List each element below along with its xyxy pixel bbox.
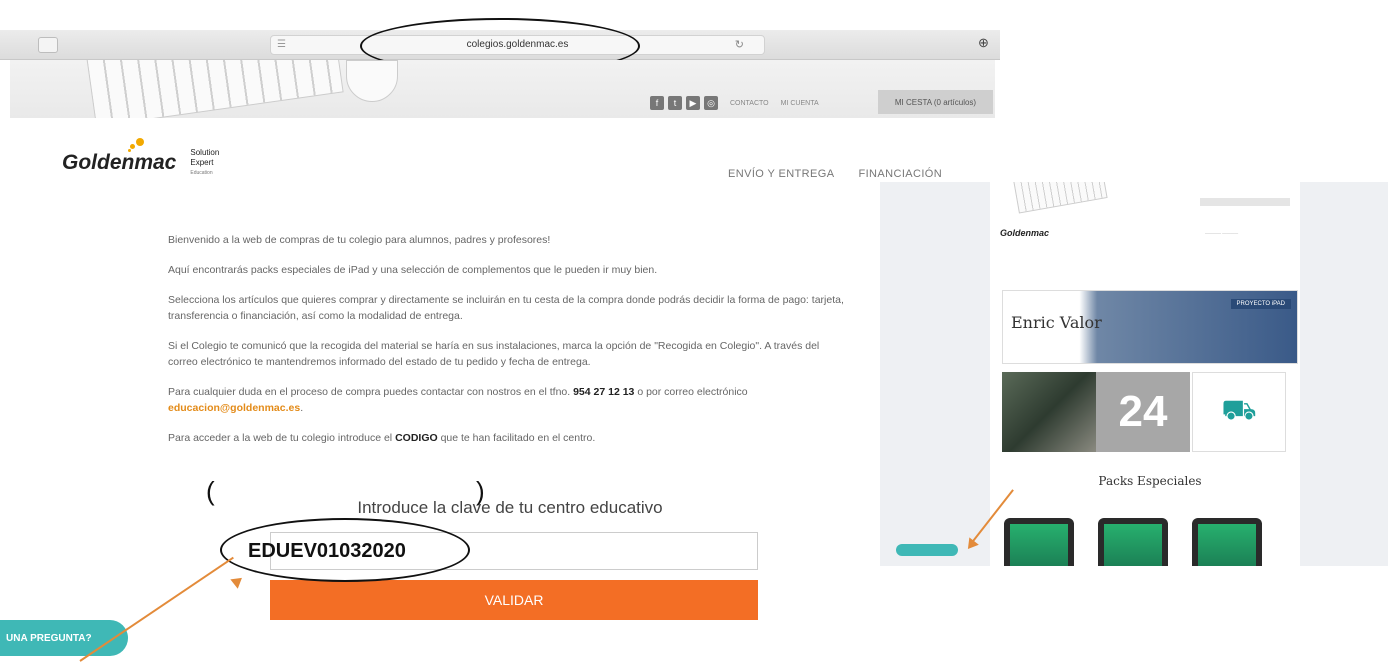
- paren-close: ): [476, 476, 485, 506]
- mini-logo-text: Goldenmac: [1000, 228, 1050, 238]
- paragraph: Selecciona los artículos que quieres com…: [168, 294, 844, 322]
- phone-number: 954 27 12 13: [573, 386, 635, 398]
- badge-line2: Expert: [190, 158, 214, 167]
- mini-tile-24: 24: [1096, 372, 1190, 452]
- mini-nav: ———— ————: [1205, 230, 1239, 235]
- paragraph: Si el Colegio te comunicó que la recogid…: [168, 340, 820, 368]
- paragraph: Aquí encontrarás packs especiales de iPa…: [168, 264, 658, 276]
- p6-text: que te han facilitado en el centro.: [437, 432, 596, 444]
- mini-banner: Enric Valor PROYECTO iPAD: [1002, 290, 1298, 364]
- p6-text: Para acceder a la web de tu colegio intr…: [168, 432, 396, 444]
- mini-logo: Goldenmac: [1000, 228, 1049, 238]
- paragraph: Para acceder a la web de tu colegio intr…: [168, 430, 848, 446]
- instagram-icon[interactable]: ◎: [704, 96, 718, 110]
- facebook-icon[interactable]: f: [650, 96, 664, 110]
- mini-tile-photo: [1002, 372, 1096, 452]
- logo-wordmark: Goldenmac: [62, 151, 177, 174]
- account-link[interactable]: MI CUENTA: [781, 100, 819, 107]
- badge-line3: Education: [190, 170, 213, 176]
- mini-banner-logo: Enric Valor: [1011, 313, 1102, 332]
- p5-text: o por correo electrónico: [634, 386, 748, 398]
- mini-banner-tag: PROYECTO iPAD: [1230, 299, 1291, 309]
- top-utility-bar: f t ▶ ◎ CONTACTO MI CUENTA: [650, 92, 819, 114]
- mini-packs-title: Packs Especiales: [1098, 474, 1202, 488]
- nav-item-envio[interactable]: ENVÍO Y ENTREGA: [728, 168, 834, 180]
- school-code-value: EDUEV01032020: [248, 540, 406, 562]
- badge-line1: Solution: [190, 148, 220, 157]
- codigo-word: CODIGO: [395, 432, 438, 444]
- youtube-icon[interactable]: ▶: [686, 96, 700, 110]
- mini-ipad-image: [1192, 518, 1262, 566]
- intro-text: Bienvenido a la web de compras de tu col…: [168, 232, 848, 460]
- chat-button[interactable]: UNA PREGUNTA?: [0, 620, 128, 656]
- site-logo[interactable]: Goldenmac Solution Expert Education: [62, 148, 219, 178]
- mini-ipad-image: [1004, 518, 1074, 566]
- mouse-image: [346, 60, 398, 102]
- main-nav: ENVÍO Y ENTREGA FINANCIACIÓN: [728, 168, 942, 180]
- paragraph: Para cualquier duda en el proceso de com…: [168, 384, 848, 416]
- validate-button[interactable]: VALIDAR: [270, 580, 758, 620]
- mobile-preview-screenshot: Goldenmac ———— ———— Enric Valor PROYECTO…: [880, 182, 1388, 566]
- share-icon[interactable]: ⊕: [978, 35, 989, 51]
- reload-icon[interactable]: ↻: [735, 38, 744, 51]
- cart-button[interactable]: MI CESTA (0 artículos): [878, 90, 993, 114]
- contact-link[interactable]: CONTACTO: [730, 100, 769, 107]
- nav-item-financiacion[interactable]: FINANCIACIÓN: [858, 168, 942, 180]
- mini-chat-button: [896, 544, 958, 556]
- keyboard-image: [86, 60, 344, 118]
- paren-open: (: [206, 476, 215, 506]
- website: f t ▶ ◎ CONTACTO MI CUENTA MI CESTA (0 a…: [10, 60, 995, 660]
- twitter-icon[interactable]: t: [668, 96, 682, 110]
- code-form-title: Introduce la clave de tu centro educativ…: [357, 498, 663, 517]
- email-link[interactable]: educacion@goldenmac.es: [168, 402, 300, 414]
- p5-text: Para cualquier duda en el proceso de com…: [168, 386, 574, 398]
- truck-icon: ⛟: [1192, 372, 1286, 452]
- p5-text: .: [300, 402, 304, 414]
- solution-expert-badge: Solution Expert Education: [190, 148, 219, 178]
- sidebar-toggle-button[interactable]: [38, 37, 58, 53]
- mini-ipad-image: [1098, 518, 1168, 566]
- paragraph: Bienvenido a la web de compras de tu col…: [168, 234, 551, 246]
- header-strip: [10, 60, 995, 118]
- mini-topbar: [1200, 198, 1290, 206]
